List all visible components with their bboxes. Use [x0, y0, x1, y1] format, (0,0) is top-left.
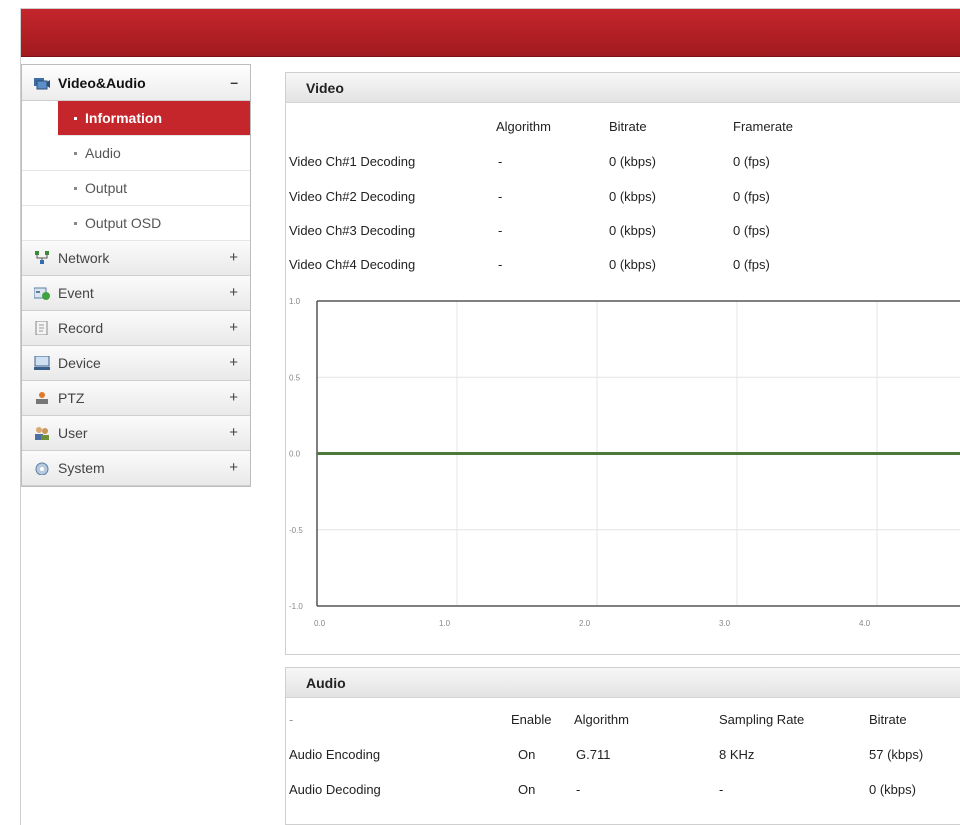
- sidebar-item-label: Information: [85, 110, 162, 126]
- column-header-bitrate: Bitrate: [609, 119, 647, 134]
- sidebar-item-label: Audio: [85, 145, 121, 161]
- device-icon: [34, 355, 50, 370]
- expand-toggle[interactable]: +: [229, 249, 238, 266]
- video-panel-title: Video: [306, 79, 344, 96]
- row-name: Video Ch#2 Decoding: [289, 189, 416, 204]
- sidebar-category-network[interactable]: Network +: [22, 241, 250, 276]
- x-tick-label: 2.0: [579, 619, 591, 628]
- expand-toggle[interactable]: +: [229, 424, 238, 441]
- x-tick-label: 1.0: [439, 619, 451, 628]
- row-algorithm: -: [576, 782, 581, 797]
- row-framerate: 0 (fps): [733, 154, 770, 169]
- expand-toggle[interactable]: +: [229, 319, 238, 336]
- y-tick-label: 0.0: [289, 450, 301, 459]
- row-framerate: 0 (fps): [733, 223, 770, 238]
- row-bitrate: 0 (kbps): [609, 154, 656, 169]
- row-name: Video Ch#3 Decoding: [289, 223, 416, 238]
- row-bitrate: 57 (kbps): [869, 747, 924, 762]
- sidebar-category-label: Network: [58, 250, 110, 266]
- row-name: Video Ch#4 Decoding: [289, 257, 416, 272]
- audio-panel-title: Audio: [306, 674, 346, 691]
- row-framerate: 0 (fps): [733, 189, 770, 204]
- column-header-bitrate: Bitrate: [869, 712, 907, 727]
- sidebar-category-device[interactable]: Device +: [22, 346, 250, 381]
- expand-toggle[interactable]: +: [229, 284, 238, 301]
- row-name: Video Ch#1 Decoding: [289, 154, 416, 169]
- row-algorithm: -: [498, 257, 503, 272]
- sidebar-category-label: System: [58, 460, 105, 476]
- row-sampling-rate: -: [719, 782, 724, 797]
- sidebar-category-ptz[interactable]: PTZ +: [22, 381, 250, 416]
- expand-toggle[interactable]: +: [229, 354, 238, 371]
- column-header-algorithm: Algorithm: [574, 712, 629, 727]
- column-header-name: -: [289, 712, 294, 727]
- row-framerate: 0 (fps): [733, 257, 770, 272]
- expand-toggle[interactable]: +: [229, 459, 238, 476]
- chart-svg: 1.00.50.0-0.5-1.00.01.02.03.04.05.0: [289, 297, 960, 628]
- sidebar-category-user[interactable]: User +: [22, 416, 250, 451]
- column-header-enable: Enable: [511, 712, 552, 727]
- collapse-toggle[interactable]: –: [230, 74, 238, 90]
- video-audio-icon: [34, 76, 50, 90]
- row-enable: On: [518, 782, 536, 797]
- row-algorithm: G.711: [576, 747, 611, 762]
- sidebar-item-output[interactable]: Output: [22, 171, 250, 206]
- sidebar-category-label: Record: [58, 320, 104, 336]
- bullet-icon: [74, 116, 77, 120]
- sidebar-item-output-osd[interactable]: Output OSD: [22, 206, 250, 241]
- video-panel: Video Algorithm Bitrate Framerate Video …: [285, 72, 960, 655]
- sidebar-category-label: Event: [58, 285, 94, 301]
- sidebar-category-system[interactable]: System +: [22, 451, 250, 486]
- network-icon: [34, 251, 50, 265]
- bitrate-chart: 1.00.50.0-0.5-1.00.01.02.03.04.05.0: [286, 276, 960, 634]
- row-bitrate: 0 (kbps): [869, 782, 916, 797]
- expand-toggle[interactable]: +: [229, 389, 238, 406]
- sidebar-item-label: Output: [85, 180, 128, 196]
- row-algorithm: -: [498, 223, 503, 238]
- sidebar-category-label: PTZ: [58, 390, 85, 406]
- row-enable: On: [518, 747, 536, 762]
- sidebar-item-information[interactable]: Information: [58, 101, 250, 136]
- row-algorithm: -: [498, 189, 503, 204]
- sidebar-section-video-audio[interactable]: Video&Audio –: [22, 65, 250, 101]
- sidebar-category-label: Device: [58, 355, 101, 371]
- row-bitrate: 0 (kbps): [609, 257, 656, 272]
- row-name: Audio Encoding: [289, 747, 381, 762]
- video-panel-header: Video: [286, 73, 960, 103]
- row-algorithm: -: [498, 154, 503, 169]
- system-icon: [34, 461, 50, 476]
- sidebar-item-label: Output OSD: [85, 215, 162, 231]
- audio-panel-header: Audio: [286, 668, 960, 698]
- row-bitrate: 0 (kbps): [609, 223, 656, 238]
- sidebar-category-event[interactable]: Event +: [22, 276, 250, 311]
- x-tick-label: 4.0: [859, 619, 871, 628]
- column-header-sampling-rate: Sampling Rate: [719, 712, 805, 727]
- sidebar-item-audio[interactable]: Audio: [22, 136, 250, 171]
- event-icon: [33, 286, 50, 300]
- bullet-icon: [74, 221, 77, 225]
- y-tick-label: -0.5: [289, 526, 303, 535]
- row-name: Audio Decoding: [289, 782, 381, 797]
- audio-panel: Audio - Enable Algorithm Sampling Rate B…: [285, 667, 960, 825]
- sidebar-category-label: User: [58, 425, 88, 441]
- record-icon: [34, 320, 50, 336]
- x-tick-label: 0.0: [314, 619, 326, 628]
- bullet-icon: [74, 151, 77, 155]
- row-sampling-rate: 8 KHz: [719, 747, 755, 762]
- user-icon: [34, 426, 50, 440]
- row-bitrate: 0 (kbps): [609, 189, 656, 204]
- column-header-framerate: Framerate: [733, 119, 793, 134]
- top-banner: [21, 9, 960, 57]
- sidebar: Video&Audio – Information Audio Output O…: [21, 64, 251, 487]
- y-tick-label: 1.0: [289, 297, 301, 306]
- column-header-algorithm: Algorithm: [496, 119, 551, 134]
- x-tick-label: 3.0: [719, 619, 731, 628]
- y-tick-label: -1.0: [289, 602, 303, 611]
- sidebar-category-record[interactable]: Record +: [22, 311, 250, 346]
- bullet-icon: [74, 186, 77, 190]
- ptz-icon: [34, 391, 50, 405]
- sidebar-section-label: Video&Audio: [58, 74, 146, 91]
- y-tick-label: 0.5: [289, 373, 301, 382]
